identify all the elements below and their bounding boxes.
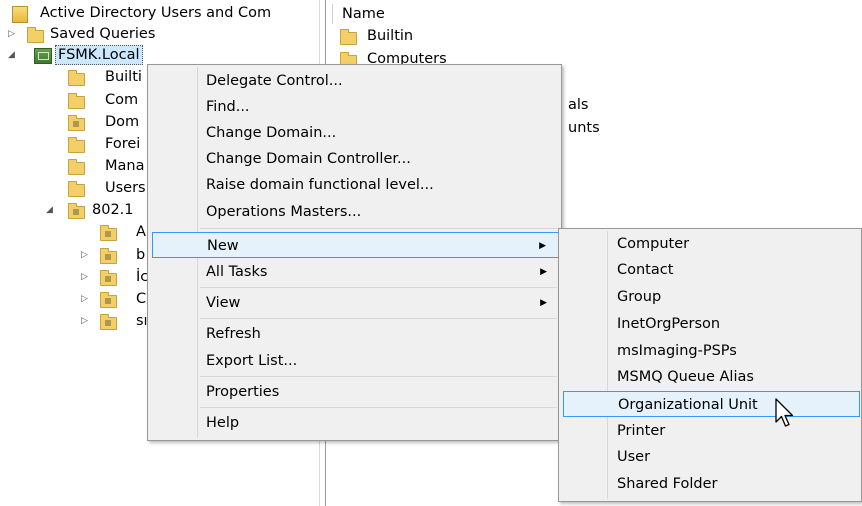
menu-item-export-list[interactable]: Export List... [150, 348, 559, 374]
menu-item-all-tasks[interactable]: All Tasks ▶ [150, 259, 559, 285]
tree-item-label: Builti [105, 69, 142, 85]
menu-item-label: Shared Folder [617, 476, 718, 492]
menu-separator [200, 318, 557, 319]
tree-item-label: Com [105, 92, 139, 108]
tree-item-label: Saved Queries [50, 26, 156, 42]
ou-folder-icon [100, 292, 117, 308]
tree-item-label: C [136, 291, 147, 307]
expand-arrow-icon[interactable]: ▷ [81, 244, 88, 266]
menu-item-label: Delegate Control... [206, 73, 343, 89]
expand-arrow-icon[interactable]: ▷ [8, 23, 15, 45]
menu-item-new[interactable]: New ▶ [152, 232, 559, 258]
folder-icon [68, 159, 85, 175]
tree-item-label: Forei [105, 136, 141, 152]
menu-item-label: Operations Masters... [206, 204, 362, 220]
submenu-arrow-icon: ▶ [540, 267, 547, 277]
menu-item-label: All Tasks [206, 264, 268, 280]
ou-folder-icon [68, 115, 85, 131]
expand-arrow-icon[interactable]: ▷ [81, 266, 88, 288]
ou-folder-icon [100, 270, 117, 286]
tree-item-label: Dom [105, 114, 140, 130]
folder-icon [68, 70, 85, 86]
menu-item-label: Raise domain functional level... [206, 177, 434, 193]
menu-item-label: Export List... [206, 353, 298, 369]
submenu-arrow-icon: ▶ [540, 298, 547, 308]
menu-item-label: Computer [617, 236, 690, 252]
menu-item-label: Find... [206, 99, 250, 115]
folder-icon [340, 29, 357, 45]
context-menu: Delegate Control... Find... Change Domai… [147, 64, 562, 441]
submenu-item-printer[interactable]: Printer [561, 418, 859, 444]
collapse-arrow-icon[interactable]: ◢ [46, 199, 53, 221]
submenu-item-group[interactable]: Group [561, 284, 859, 310]
column-separator[interactable] [332, 4, 333, 24]
menu-item-label: Group [617, 289, 662, 305]
expand-arrow-icon[interactable]: ▷ [81, 288, 88, 310]
ou-folder-icon [100, 248, 117, 264]
menu-item-delegate-control[interactable]: Delegate Control... [150, 68, 559, 94]
tree-root-label: Active Directory Users and Com [40, 5, 272, 21]
tree-item-label: sı [136, 313, 148, 329]
tree-item-label: 802.1 [92, 202, 134, 218]
submenu-item-organizational-unit[interactable]: Organizational Unit [563, 391, 860, 417]
menu-item-label: Properties [206, 384, 280, 400]
submenu-item-shared-folder[interactable]: Shared Folder [561, 471, 859, 497]
submenu-item-msimaging-psps[interactable]: msImaging-PSPs [561, 338, 859, 364]
tree-item-label: Users [105, 180, 146, 196]
tree-item-label: A [136, 224, 146, 240]
menu-separator [200, 376, 557, 377]
list-item-label-partial: als [568, 97, 589, 113]
ou-folder-icon [100, 314, 117, 330]
submenu-arrow-icon: ▶ [539, 241, 546, 251]
expand-arrow-icon[interactable]: ▷ [81, 310, 88, 332]
domain-icon [34, 48, 52, 64]
menu-separator [200, 407, 557, 408]
menu-item-label: Contact [617, 262, 674, 278]
submenu-item-computer[interactable]: Computer [561, 231, 859, 257]
menu-item-label: Refresh [206, 326, 261, 342]
submenu-item-msmq-queue-alias[interactable]: MSMQ Queue Alias [561, 364, 859, 390]
menu-item-label: Change Domain... [206, 125, 337, 141]
menu-item-label: User [617, 449, 651, 465]
menu-item-label: Printer [617, 423, 666, 439]
list-item-label-partial: unts [568, 120, 600, 136]
menu-item-refresh[interactable]: Refresh [150, 321, 559, 347]
menu-item-label: View [206, 295, 241, 311]
console-icon [12, 6, 28, 23]
tree-item-label: Mana [105, 158, 145, 174]
menu-item-view[interactable]: View ▶ [150, 290, 559, 316]
ou-folder-icon [68, 203, 85, 219]
ou-folder-icon [100, 225, 117, 241]
submenu-item-inetorgperson[interactable]: InetOrgPerson [561, 311, 859, 337]
tree-item-label: b [136, 247, 146, 263]
menu-item-label: Organizational Unit [618, 397, 758, 413]
menu-item-operations-masters[interactable]: Operations Masters... [150, 199, 559, 225]
submenu-new: Computer Contact Group InetOrgPerson msI… [558, 228, 862, 502]
menu-item-change-domain[interactable]: Change Domain... [150, 120, 559, 146]
menu-item-properties[interactable]: Properties [150, 379, 559, 405]
menu-item-label: New [207, 238, 239, 254]
menu-item-change-domain-controller[interactable]: Change Domain Controller... [150, 146, 559, 172]
collapse-arrow-icon[interactable]: ◢ [8, 44, 15, 66]
mouse-pointer-icon [775, 398, 794, 427]
menu-item-raise-functional-level[interactable]: Raise domain functional level... [150, 172, 559, 198]
submenu-item-user[interactable]: User [561, 444, 859, 470]
menu-item-help[interactable]: Help [150, 410, 559, 436]
menu-item-label: Change Domain Controller... [206, 151, 411, 167]
menu-separator [200, 228, 557, 229]
folder-icon [68, 93, 85, 109]
tree-item-label: FSMK.Local [55, 45, 143, 65]
menu-item-label: msImaging-PSPs [617, 343, 737, 359]
submenu-item-contact[interactable]: Contact [561, 257, 859, 283]
menu-item-label: InetOrgPerson [617, 316, 721, 332]
column-header-name[interactable]: Name [342, 4, 385, 24]
folder-icon [68, 181, 85, 197]
menu-item-label: MSMQ Queue Alias [617, 369, 754, 385]
menu-separator [200, 287, 557, 288]
folder-icon [68, 137, 85, 153]
menu-item-label: Help [206, 415, 240, 431]
folder-icon [27, 27, 44, 43]
list-item-label: Builtin [367, 28, 414, 44]
menu-item-find[interactable]: Find... [150, 94, 559, 120]
